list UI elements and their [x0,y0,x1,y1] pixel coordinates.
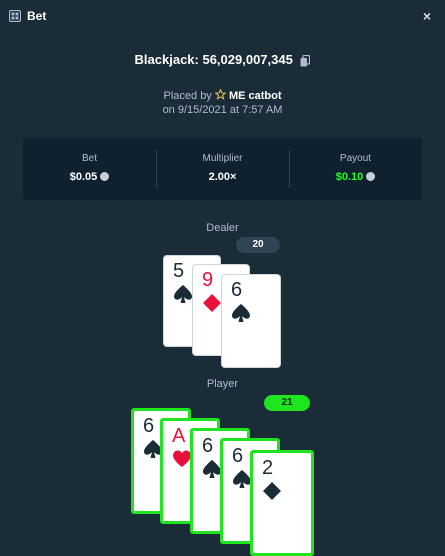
payout-value: $0.10 [335,171,364,183]
player-card: 2 [250,450,314,556]
spade-icon [203,460,221,478]
bet-value: $0.05 [69,171,98,183]
multiplier-label: Multiplier [202,153,243,164]
diamond-icon [263,482,281,500]
card-rank: 6 [143,415,155,437]
card-rank: 9 [202,269,214,291]
stat-payout: Payout $0.10 [289,138,422,200]
card-rank: 6 [232,445,244,467]
dealer-label: Dealer [206,222,239,234]
coin-icon [100,172,110,181]
heart-icon [173,450,191,467]
username-link[interactable]: ME catbot [229,90,282,102]
dealer-card: 6 [222,275,280,367]
close-button[interactable]: × [418,6,436,26]
placed-by: Placed by ME catbot [0,88,445,102]
spade-icon [233,470,251,488]
coin-icon [366,172,376,181]
card-rank: 2 [262,457,274,479]
card-rank: A [172,425,186,447]
dealer-score-badge: 20 [236,237,280,253]
copy-icon[interactable] [300,54,311,67]
stat-bet: Bet $0.05 [23,138,156,200]
placed-by-prefix: Placed by [163,90,212,102]
payout-value-wrap: $0.10 [289,171,422,183]
modal-header: Bet × [0,0,445,34]
star-icon [214,88,227,100]
modal-title: Bet [27,9,47,23]
multiplier-value: 2.00× [208,171,237,183]
spade-icon [174,285,192,303]
stats-panel: Bet $0.05 Multiplier 2.00× Payout $0.10 [23,138,422,200]
diamond-icon [203,294,221,312]
bet-id: Blackjack: 56,029,007,345 [0,52,445,67]
player-score-badge: 21 [264,395,310,411]
player-label: Player [206,378,239,390]
bet-value-wrap: $0.05 [23,171,156,183]
stat-multiplier: Multiplier 2.00× [156,138,289,200]
bet-slip-icon [9,10,21,22]
payout-label: Payout [339,153,372,164]
bet-date: on 9/15/2021 at 7:57 AM [162,104,283,116]
card-rank: 5 [173,260,185,282]
bet-id-text: Blackjack: 56,029,007,345 [134,52,293,67]
card-rank: 6 [202,435,214,457]
spade-icon [232,304,250,322]
card-rank: 6 [231,279,243,301]
bet-label: Bet [81,153,97,164]
